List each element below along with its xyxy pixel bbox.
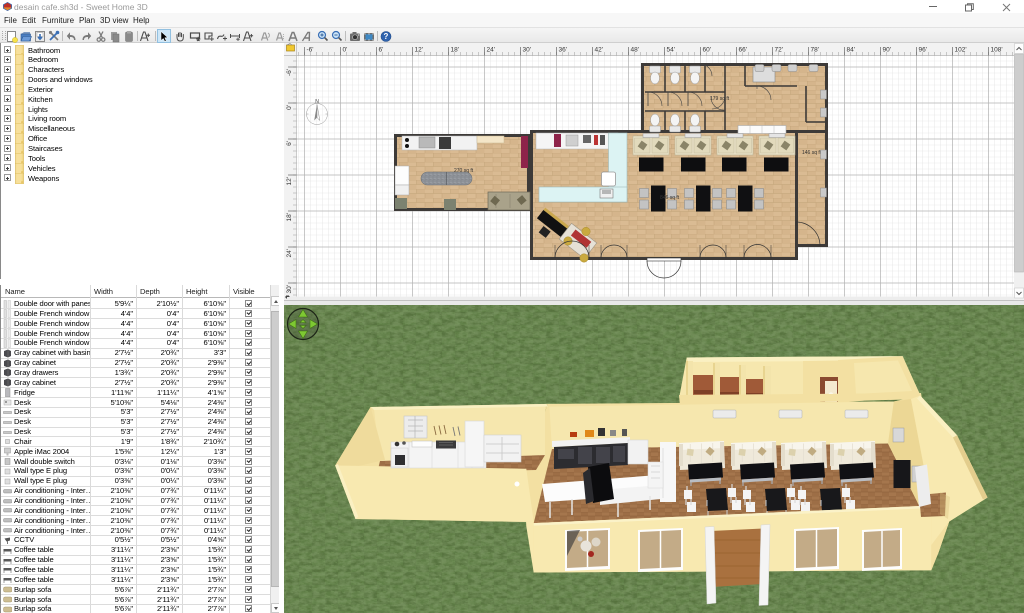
svg-text:6': 6' bbox=[286, 141, 293, 146]
svg-text:N: N bbox=[315, 99, 319, 105]
svg-text:270 sq ft: 270 sq ft bbox=[454, 168, 474, 174]
svg-text:66': 66' bbox=[739, 47, 747, 54]
svg-text:42': 42' bbox=[595, 47, 603, 54]
svg-text:48': 48' bbox=[631, 47, 639, 54]
svg-text:24': 24' bbox=[487, 47, 495, 54]
svg-text:18': 18' bbox=[286, 213, 293, 221]
svg-text:54': 54' bbox=[667, 47, 675, 54]
svg-text:12': 12' bbox=[415, 47, 423, 54]
svg-text:24': 24' bbox=[286, 249, 293, 257]
svg-text:90': 90' bbox=[883, 47, 891, 54]
svg-text:30': 30' bbox=[286, 285, 293, 293]
svg-text:72': 72' bbox=[775, 47, 783, 54]
svg-text:84': 84' bbox=[847, 47, 855, 54]
svg-text:0': 0' bbox=[343, 47, 348, 54]
svg-text:846 sq ft: 846 sq ft bbox=[660, 195, 680, 201]
svg-text:6': 6' bbox=[379, 47, 384, 54]
svg-text:30': 30' bbox=[523, 47, 531, 54]
svg-text:?: ? bbox=[383, 32, 388, 41]
svg-text:18': 18' bbox=[451, 47, 459, 54]
svg-text:12': 12' bbox=[286, 177, 293, 185]
svg-text:60': 60' bbox=[703, 47, 711, 54]
svg-text:78': 78' bbox=[811, 47, 819, 54]
svg-text:102': 102' bbox=[955, 47, 967, 54]
svg-text:-6': -6' bbox=[307, 47, 314, 54]
svg-text:179 sq ft: 179 sq ft bbox=[710, 96, 730, 102]
svg-text:108': 108' bbox=[991, 47, 1003, 54]
svg-text:-6': -6' bbox=[286, 69, 293, 76]
svg-text:0': 0' bbox=[286, 105, 293, 110]
svg-text:96': 96' bbox=[919, 47, 927, 54]
svg-text:146 sq ft: 146 sq ft bbox=[802, 150, 822, 156]
svg-text:36': 36' bbox=[559, 47, 567, 54]
